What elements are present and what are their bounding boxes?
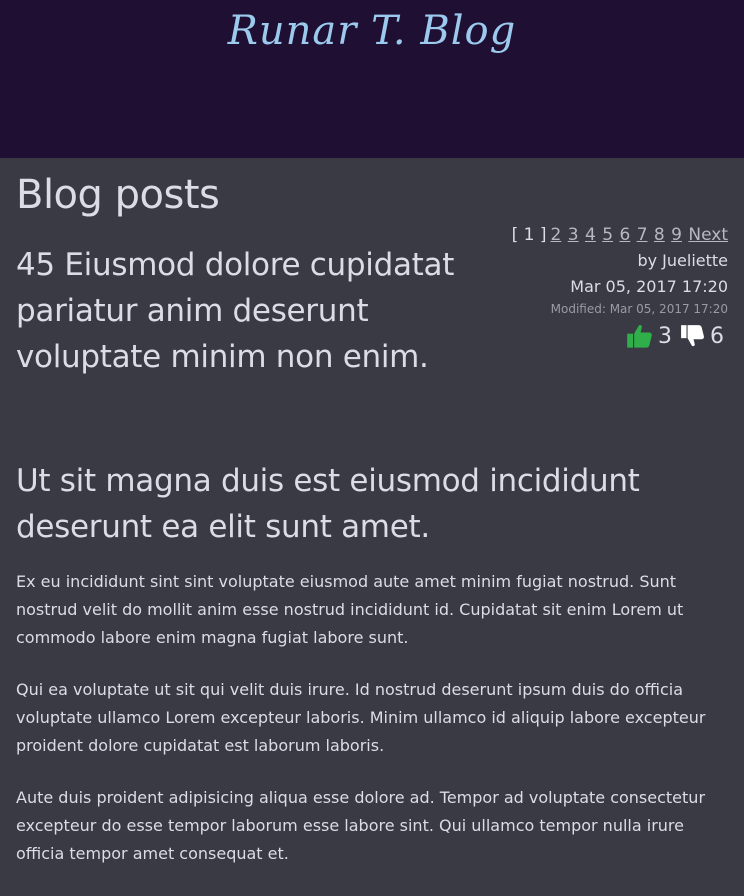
post-paragraph: Aute duis proident adipisicing aliqua es… <box>16 788 706 863</box>
pagination-next-link[interactable]: Next <box>688 225 728 245</box>
post-subtitle: Ut sit magna duis est eiusmod incididunt… <box>16 463 640 545</box>
pagination-page-6[interactable]: 6 <box>619 225 630 245</box>
dislike-count: 6 <box>710 323 724 349</box>
like-count: 3 <box>658 323 672 349</box>
post-header: 45 Eiusmod dolore cupidatat pariatur ani… <box>16 218 728 458</box>
pagination-page-8[interactable]: 8 <box>654 225 665 245</box>
thumbs-down-icon[interactable] <box>680 323 706 349</box>
post-author: by Jueliette <box>637 251 728 270</box>
post-title[interactable]: 45 Eiusmod dolore cupidatat pariatur ani… <box>16 242 486 380</box>
page-title: Blog posts <box>16 172 220 218</box>
post-votes: 3 6 <box>512 322 728 350</box>
pagination-page-2[interactable]: 2 <box>551 225 562 245</box>
site-title-link[interactable]: Runar T. Blog <box>228 8 516 54</box>
pagination-page-9[interactable]: 9 <box>671 225 682 245</box>
post-meta: [ 1 ] 2 3 4 5 6 7 8 9 Next by Jueliette M… <box>512 218 728 350</box>
post-paragraph: Qui ea voluptate ut sit qui velit duis i… <box>16 680 706 755</box>
pagination: [ 1 ] 2 3 4 5 6 7 8 9 Next <box>512 224 728 246</box>
pagination-page-3[interactable]: 3 <box>568 225 579 245</box>
pagination-page-4[interactable]: 4 <box>585 225 596 245</box>
pagination-page-5[interactable]: 5 <box>602 225 613 245</box>
post-body: Ex eu incididunt sint sint voluptate eiu… <box>16 568 728 868</box>
site-header: Runar T. Blog <box>0 0 744 158</box>
thumbs-up-icon[interactable] <box>626 322 654 350</box>
pagination-page-7[interactable]: 7 <box>637 225 648 245</box>
post-date: Mar 05, 2017 17:20 <box>570 277 728 296</box>
pagination-current-page: [ 1 ] <box>511 225 547 245</box>
main-content: Blog posts 45 Eiusmod dolore cupidatat p… <box>0 158 744 868</box>
post-modified-date: Modified: Mar 05, 2017 17:20 <box>550 302 728 316</box>
post-paragraph: Ex eu incididunt sint sint voluptate eiu… <box>16 572 684 647</box>
